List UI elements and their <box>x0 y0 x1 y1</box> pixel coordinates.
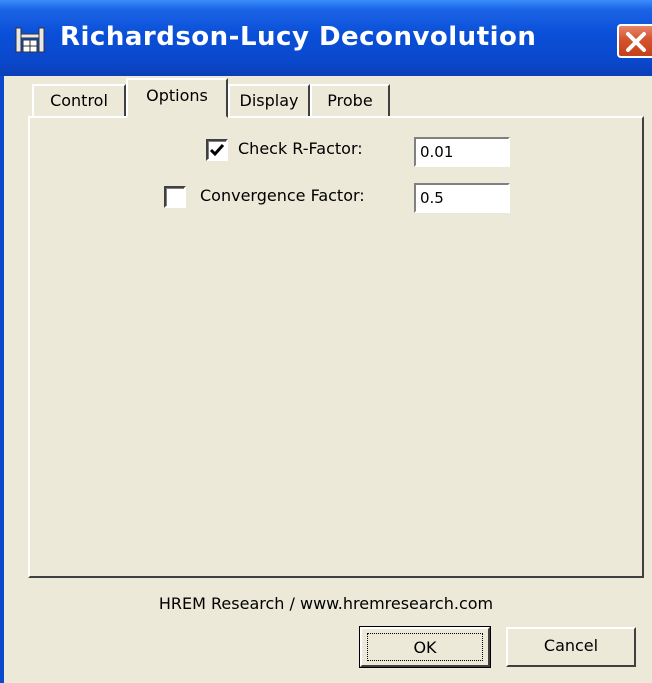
window-frame-left <box>0 76 4 683</box>
tab-probe[interactable]: Probe <box>310 84 390 116</box>
tab-options[interactable]: Options <box>126 78 228 118</box>
tab-display[interactable]: Display <box>228 84 310 116</box>
tab-label: Control <box>50 91 108 110</box>
convergence-factor-field[interactable] <box>414 183 510 213</box>
tab-label: Options <box>146 86 208 105</box>
ok-button-label: OK <box>413 638 437 657</box>
tab-label: Probe <box>327 91 373 110</box>
cancel-button-label: Cancel <box>543 636 599 655</box>
convergence-factor-label: Convergence Factor: <box>200 186 365 205</box>
window-title: Richardson-Lucy Deconvolution <box>60 22 537 52</box>
r-factor-field[interactable] <box>414 137 510 167</box>
dialog-window: Richardson-Lucy Deconvolution Control Op… <box>0 0 652 683</box>
tab-label: Display <box>239 91 299 110</box>
ok-button[interactable]: OK <box>359 626 491 668</box>
close-button[interactable] <box>617 24 652 58</box>
focus-rect: OK <box>367 633 483 661</box>
convergence-factor-checkbox[interactable] <box>164 186 186 208</box>
cancel-button[interactable]: Cancel <box>506 627 636 667</box>
title-bar[interactable]: Richardson-Lucy Deconvolution <box>0 0 652 76</box>
check-r-factor-label: Check R-Factor: <box>238 139 363 158</box>
options-panel: Check R-Factor: Convergence Factor: <box>28 116 644 578</box>
hrem-app-icon <box>14 26 46 54</box>
check-r-factor-checkbox[interactable] <box>206 139 228 161</box>
checkmark-icon <box>209 144 225 157</box>
credit-text: HREM Research / www.hremresearch.com <box>158 594 494 613</box>
tab-control[interactable]: Control <box>32 84 126 116</box>
